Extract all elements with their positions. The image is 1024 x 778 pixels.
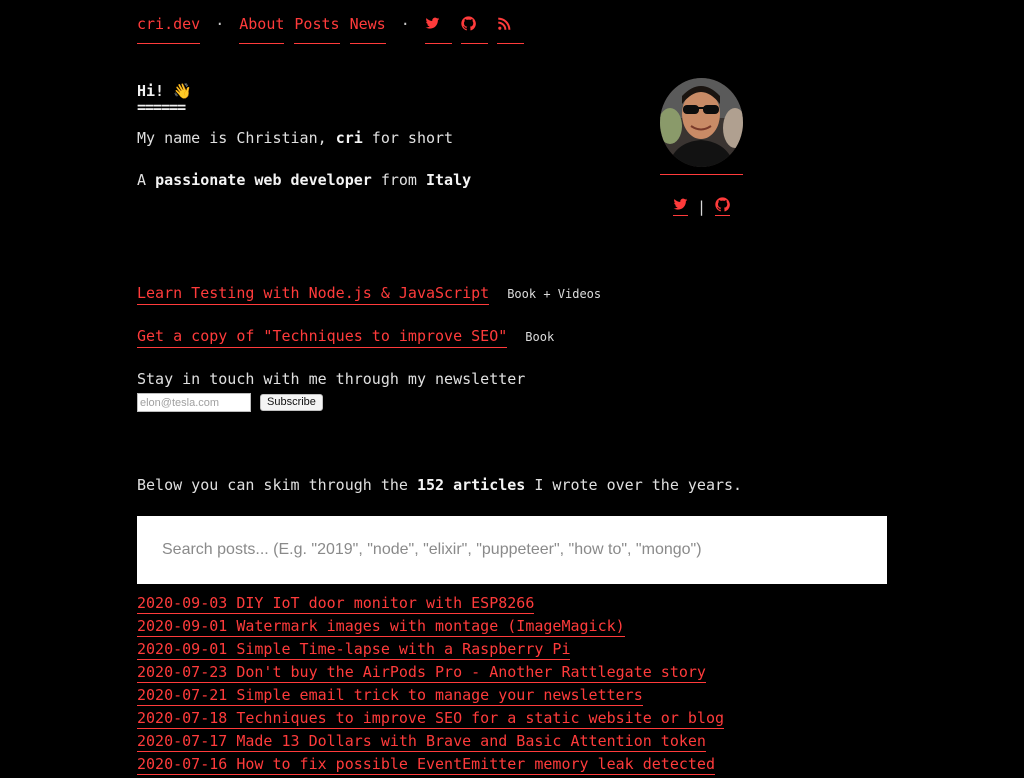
- profile-card: |: [660, 78, 743, 216]
- newsletter-text: Stay in touch with me through my newslet…: [137, 370, 526, 388]
- profile-twitter-link[interactable]: [672, 197, 688, 216]
- github-icon: [715, 197, 730, 212]
- promo-seo-link[interactable]: Get a copy of "Techniques to improve SEO…: [137, 327, 508, 348]
- brand-link[interactable]: cri.dev: [137, 15, 201, 44]
- list-item: 2020-09-01 Watermark images with montage…: [137, 617, 724, 640]
- nav-rss-link[interactable]: [496, 15, 524, 44]
- name-short: cri: [335, 129, 363, 147]
- intro-name-line: My name is Christian, cri for short: [137, 128, 637, 148]
- articles-count: 152 articles: [416, 476, 526, 494]
- avatar-divider: [660, 174, 743, 175]
- greeting-underline: ======: [137, 98, 186, 116]
- post-link[interactable]: 2020-07-23 Don't buy the AirPods Pro - A…: [137, 663, 706, 683]
- twitter-icon: [673, 198, 688, 210]
- profile-social-links: |: [660, 197, 743, 216]
- role-mid: from: [371, 171, 426, 189]
- post-link[interactable]: 2020-07-21 Simple email trick to manage …: [137, 686, 643, 706]
- promo-testing-link[interactable]: Learn Testing with Node.js & JavaScript: [137, 284, 490, 305]
- social-separator: |: [696, 197, 707, 216]
- promo-seo: Get a copy of "Techniques to improve SEO…: [137, 327, 554, 348]
- count-suffix: I wrote over the years.: [525, 476, 743, 494]
- promo-testing: Learn Testing with Node.js & JavaScript …: [137, 284, 601, 305]
- nav-github-link[interactable]: [460, 15, 488, 44]
- list-item: 2020-07-21 Simple email trick to manage …: [137, 686, 724, 709]
- country-text: Italy: [426, 171, 472, 189]
- profile-github-link[interactable]: [715, 197, 731, 216]
- count-prefix: Below you can skim through the: [137, 476, 417, 494]
- top-nav: cri.dev · About Posts News ·: [137, 15, 524, 45]
- list-item: 2020-09-01 Simple Time-lapse with a Rasp…: [137, 640, 724, 663]
- twitter-icon: [425, 17, 440, 29]
- post-link[interactable]: 2020-07-16 How to fix possible EventEmit…: [137, 755, 715, 775]
- post-link[interactable]: 2020-09-03 DIY IoT door monitor with ESP…: [137, 594, 535, 614]
- list-item: 2020-07-17 Made 13 Dollars with Brave an…: [137, 732, 724, 755]
- subscribe-button[interactable]: Subscribe: [260, 394, 323, 411]
- nav-posts-link[interactable]: Posts: [294, 15, 340, 44]
- list-item: 2020-07-18 Techniques to improve SEO for…: [137, 709, 724, 732]
- articles-count-line: Below you can skim through the 152 artic…: [137, 476, 742, 494]
- post-link[interactable]: 2020-07-18 Techniques to improve SEO for…: [137, 709, 724, 729]
- nav-twitter-link[interactable]: [424, 15, 452, 44]
- post-link[interactable]: 2020-07-17 Made 13 Dollars with Brave an…: [137, 732, 706, 752]
- name-prefix: My name is Christian,: [137, 129, 336, 147]
- avatar: [660, 78, 743, 167]
- list-item: 2020-07-16 How to fix possible EventEmit…: [137, 755, 724, 778]
- intro-role-line: A passionate web developer from Italy: [137, 170, 637, 190]
- post-search-input[interactable]: [137, 516, 887, 584]
- list-item: 2020-09-03 DIY IoT door monitor with ESP…: [137, 594, 724, 617]
- role-prefix: A: [137, 171, 156, 189]
- nav-about-link[interactable]: About: [239, 15, 285, 44]
- post-list: 2020-09-03 DIY IoT door monitor with ESP…: [137, 594, 724, 778]
- post-link[interactable]: 2020-09-01 Simple Time-lapse with a Rasp…: [137, 640, 571, 660]
- role-text: passionate web developer: [155, 171, 372, 189]
- list-item: 2020-07-23 Don't buy the AirPods Pro - A…: [137, 663, 724, 686]
- newsletter-form: Subscribe: [137, 393, 525, 412]
- intro-section: Hi! 👋 ====== My name is Christian, cri f…: [137, 82, 637, 190]
- post-link[interactable]: 2020-09-01 Watermark images with montage…: [137, 617, 625, 637]
- nav-news-link[interactable]: News: [349, 15, 386, 44]
- nav-separator: ·: [400, 15, 410, 33]
- github-icon: [461, 16, 476, 31]
- promo-seo-tag: Book: [525, 330, 555, 344]
- rss-icon: [497, 17, 511, 30]
- nav-separator: ·: [215, 15, 225, 33]
- newsletter-email-input[interactable]: [137, 393, 251, 412]
- greeting-heading: Hi! 👋: [137, 82, 192, 100]
- name-suffix: for short: [362, 129, 454, 147]
- newsletter-section: Stay in touch with me through my newslet…: [137, 370, 525, 412]
- promo-testing-tag: Book + Videos: [507, 287, 602, 301]
- avatar-image: [660, 78, 743, 167]
